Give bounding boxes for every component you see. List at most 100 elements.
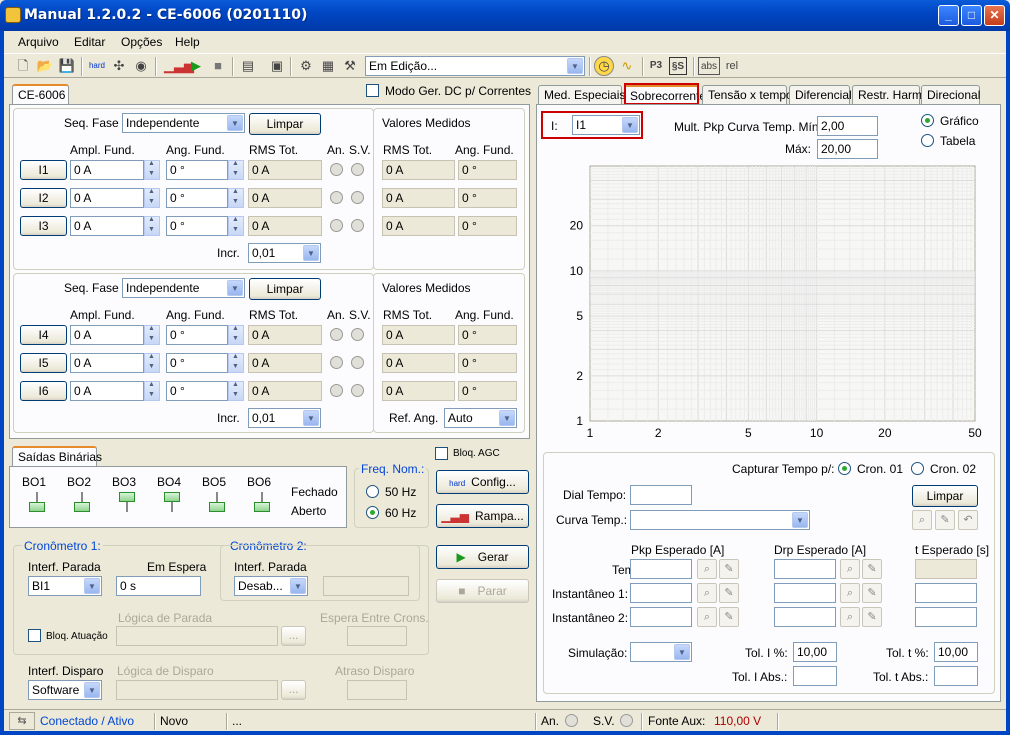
rampa-button[interactable]: ▁▃▅ Rampa...	[436, 504, 529, 528]
menu-opcoes[interactable]: Opções	[121, 35, 162, 49]
ang-spinner[interactable]	[228, 381, 244, 401]
play-icon[interactable]: ▶	[187, 57, 205, 75]
ref-ang-select[interactable]: Auto ▼	[444, 408, 517, 428]
toli-pct-input[interactable]: 10,00	[793, 642, 837, 662]
ang-input[interactable]: 0 °	[166, 325, 228, 345]
menu-editar[interactable]: Editar	[74, 35, 105, 49]
bloq-atuacao-checkbox[interactable]	[28, 629, 41, 642]
clock-icon[interactable]: ◷	[594, 56, 614, 76]
ampl-spinner[interactable]	[144, 216, 160, 236]
logica-disparo-button[interactable]: ...	[281, 680, 306, 700]
ang-input[interactable]: 0 °	[166, 216, 228, 236]
pencil-icon[interactable]: ✎	[719, 607, 739, 627]
ampl-input[interactable]: 0 A	[70, 216, 144, 236]
logica-parada-button[interactable]: ...	[281, 626, 306, 646]
ang-spinner[interactable]	[228, 325, 244, 345]
freq-60-radio[interactable]	[366, 506, 379, 519]
ampl-spinner[interactable]	[144, 325, 160, 345]
gerar-button[interactable]: ▶ Gerar	[436, 545, 529, 569]
status-select[interactable]: Em Edição... ▼	[365, 56, 585, 76]
title-bar[interactable]: Manual 1.2.0.2 - CE-6006 (0201110) _ □ ✕	[0, 0, 1010, 31]
sequence-icon[interactable]: §S	[669, 57, 687, 75]
pencil-icon[interactable]: ✎	[862, 607, 882, 627]
rel-toggle[interactable]: rel	[723, 57, 741, 75]
pencil-icon[interactable]: ✎	[935, 510, 955, 530]
output-switch-bo2[interactable]	[71, 492, 93, 512]
pkp-input[interactable]	[630, 559, 692, 579]
sine-wave-icon[interactable]: ∿	[618, 57, 636, 75]
mult-max-input[interactable]: 20,00	[817, 139, 878, 159]
pkp-input[interactable]	[630, 607, 692, 627]
output-switch-bo1[interactable]	[26, 492, 48, 512]
channel-button-1[interactable]: I5	[20, 353, 67, 373]
connect-icon[interactable]: ◉	[132, 57, 150, 75]
menu-help[interactable]: Help	[175, 35, 200, 49]
freq-50-radio[interactable]	[366, 485, 379, 498]
hard-icon[interactable]: hard	[88, 57, 106, 75]
maximize-button[interactable]: □	[961, 5, 982, 26]
phasor-icon[interactable]: P3	[647, 57, 665, 75]
dial-input[interactable]	[630, 485, 692, 505]
cron2-interf-select[interactable]: Desab... ▼	[234, 576, 308, 596]
simulacao-select[interactable]: ▼	[630, 642, 692, 662]
ang-spinner[interactable]	[228, 216, 244, 236]
channel-button-2[interactable]: I6	[20, 381, 67, 401]
ampl-input[interactable]: 0 A	[70, 325, 144, 345]
cron02-radio[interactable]	[911, 462, 924, 475]
tab-med-especiais[interactable]: Med. Especiais	[538, 85, 625, 105]
channel-button-0[interactable]: I1	[20, 160, 67, 180]
tab-tens-o-x-tempo[interactable]: Tensão x tempo	[702, 85, 793, 105]
tabela-radio[interactable]	[921, 134, 934, 147]
cron01-radio[interactable]	[838, 462, 851, 475]
pencil-icon[interactable]: ✎	[719, 583, 739, 603]
zoom-icon[interactable]: ⌕	[840, 559, 860, 579]
zoom-icon[interactable]: ⌕	[840, 607, 860, 627]
channel-button-2[interactable]: I3	[20, 216, 67, 236]
output-switch-bo4[interactable]	[161, 492, 183, 512]
overcurrent-chart[interactable]: 1 2 5 10 20 50 1 2 5 10 20	[548, 160, 988, 445]
t-input[interactable]	[915, 607, 977, 627]
undo-icon[interactable]: ↶	[958, 510, 978, 530]
modo-ger-checkbox[interactable]	[366, 84, 379, 97]
zoom-icon[interactable]: ⌕	[697, 559, 717, 579]
incr-select-1[interactable]: 0,01 ▼	[248, 243, 321, 263]
limpar-button-1[interactable]: Limpar	[249, 113, 321, 135]
drp-input[interactable]	[774, 559, 836, 579]
tab-sobrecorrente[interactable]: Sobrecorrente	[624, 85, 706, 105]
ampl-input[interactable]: 0 A	[70, 381, 144, 401]
report-icon[interactable]: ▤	[239, 57, 257, 75]
drp-input[interactable]	[774, 607, 836, 627]
ampl-spinner[interactable]	[144, 160, 160, 180]
ampl-spinner[interactable]	[144, 353, 160, 373]
tab-diferencial[interactable]: Diferencial	[789, 85, 852, 105]
tab-saidas-binarias[interactable]: Saídas Binárias	[12, 446, 102, 466]
ampl-input[interactable]: 0 A	[70, 353, 144, 373]
abs-toggle[interactable]: abs	[698, 57, 720, 75]
save-icon[interactable]: 💾	[58, 57, 76, 75]
ampl-input[interactable]: 0 A	[70, 160, 144, 180]
settings-icon[interactable]: ⚙	[297, 57, 315, 75]
close-button[interactable]: ✕	[984, 5, 1005, 26]
zoom-icon[interactable]: ⌕	[840, 583, 860, 603]
cron1-interf-select[interactable]: BI1 ▼	[28, 576, 102, 596]
minimize-button[interactable]: _	[938, 5, 959, 26]
pkp-input[interactable]	[630, 583, 692, 603]
ang-input[interactable]: 0 °	[166, 353, 228, 373]
ampl-spinner[interactable]	[144, 188, 160, 208]
ang-spinner[interactable]	[228, 188, 244, 208]
tolt-abs-input[interactable]	[934, 666, 978, 686]
curva-select[interactable]: ▼	[630, 510, 810, 530]
seq-fase-select-2[interactable]: Independente ▼	[122, 278, 245, 298]
zoom-icon[interactable]: ⌕	[697, 583, 717, 603]
seq-fase-select-1[interactable]: Independente ▼	[122, 113, 245, 133]
config-button[interactable]: hard Config...	[436, 470, 529, 494]
t-input[interactable]	[915, 583, 977, 603]
menu-arquivo[interactable]: Arquivo	[18, 35, 59, 49]
ang-spinner[interactable]	[228, 353, 244, 373]
zoom-icon[interactable]: ⌕	[697, 607, 717, 627]
toli-abs-input[interactable]	[793, 666, 837, 686]
channel-button-0[interactable]: I4	[20, 325, 67, 345]
parar-button[interactable]: ■ Parar	[436, 579, 529, 603]
limpar-button-2[interactable]: Limpar	[249, 278, 321, 300]
pencil-icon[interactable]: ✎	[862, 559, 882, 579]
